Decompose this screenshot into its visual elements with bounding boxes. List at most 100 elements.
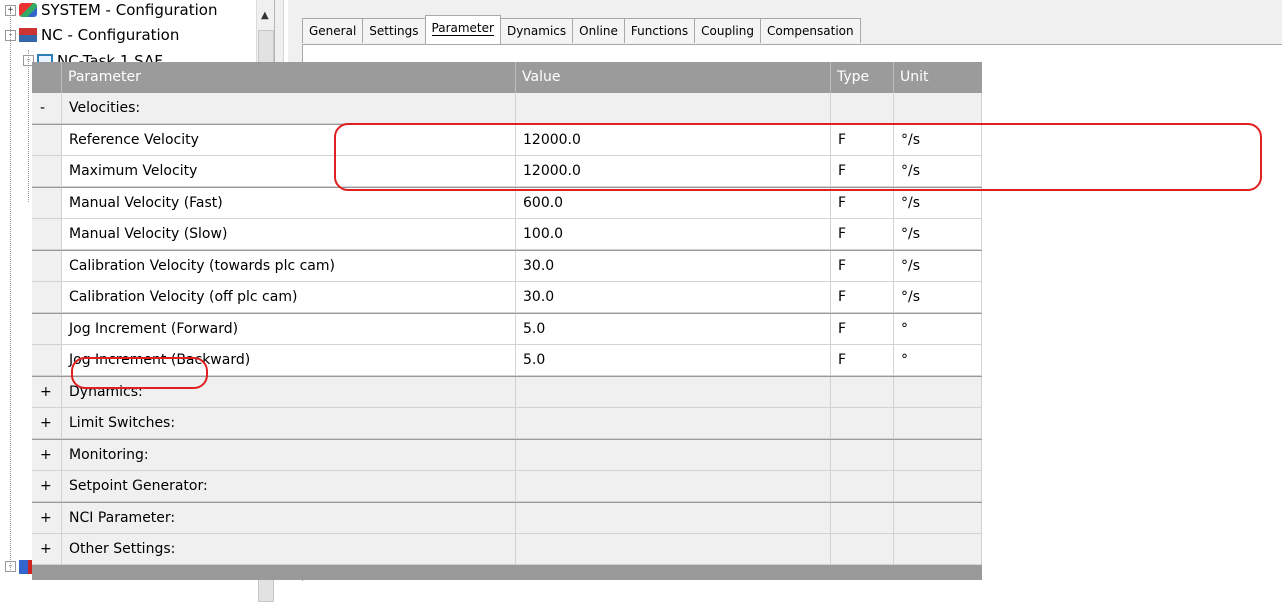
scroll-up-icon[interactable]: ▲	[261, 10, 269, 21]
row-expander[interactable]: +	[32, 534, 62, 565]
param-name: Other Settings:	[62, 534, 516, 565]
tab-parameter[interactable]: Parameter	[424, 15, 501, 44]
param-unit: °	[894, 313, 982, 345]
row-expander[interactable]: +	[32, 439, 62, 471]
param-unit	[894, 534, 982, 565]
row-expander	[32, 345, 62, 376]
param-type	[831, 93, 894, 124]
param-value[interactable]: 100.0	[516, 219, 831, 250]
row-expander	[32, 282, 62, 313]
table-row[interactable]: Calibration Velocity (towards plc cam) 30…	[32, 250, 982, 282]
param-name: Velocities:	[62, 93, 516, 124]
row-expander[interactable]: +	[32, 471, 62, 502]
row-expander	[32, 156, 62, 187]
tree-guide-line	[28, 50, 29, 202]
param-unit	[894, 502, 982, 534]
row-expander	[32, 219, 62, 250]
param-value[interactable]: 12000.0	[516, 124, 831, 156]
param-type: F	[831, 345, 894, 376]
param-value[interactable]: 30.0	[516, 250, 831, 282]
param-value	[516, 534, 831, 565]
param-type	[831, 471, 894, 502]
category-row[interactable]: + Dynamics:	[32, 376, 982, 408]
param-type: F	[831, 156, 894, 187]
table-row[interactable]: Maximum Velocity 12000.0 F °/s	[32, 156, 982, 187]
category-row[interactable]: + NCI Parameter:	[32, 502, 982, 534]
table-row[interactable]: Jog Increment (Forward) 5.0 F °	[32, 313, 982, 345]
row-expander	[32, 250, 62, 282]
table-row[interactable]: Reference Velocity 12000.0 F °/s	[32, 124, 982, 156]
param-unit: °/s	[894, 124, 982, 156]
tab-online[interactable]: Online	[572, 18, 625, 43]
tree-item-system-configuration[interactable]: + SYSTEM - Configuration	[5, 0, 217, 23]
param-value[interactable]: 30.0	[516, 282, 831, 313]
tab-label: Dynamics	[506, 24, 567, 38]
param-value[interactable]: 5.0	[516, 345, 831, 376]
param-unit	[894, 376, 982, 408]
header-type[interactable]: Type	[831, 62, 894, 93]
row-expander[interactable]: -	[32, 93, 62, 124]
table-row[interactable]: Manual Velocity (Fast) 600.0 F °/s	[32, 187, 982, 219]
tab-label: Online	[579, 24, 618, 38]
param-value[interactable]: 600.0	[516, 187, 831, 219]
table-row[interactable]: Jog Increment (Backward) 5.0 F °	[32, 345, 982, 376]
param-type	[831, 502, 894, 534]
param-unit: °	[894, 345, 982, 376]
param-name: NCI Parameter:	[62, 502, 516, 534]
tree-item-label: NC - Configuration	[41, 26, 180, 45]
param-name: Calibration Velocity (off plc cam)	[62, 282, 516, 313]
param-unit: °/s	[894, 250, 982, 282]
param-name: Reference Velocity	[62, 124, 516, 156]
category-row[interactable]: + Monitoring:	[32, 439, 982, 471]
tab-dynamics[interactable]: Dynamics	[499, 18, 574, 43]
tab-settings[interactable]: Settings	[362, 18, 426, 43]
header-unit[interactable]: Unit	[894, 62, 982, 93]
param-type	[831, 408, 894, 439]
table-row[interactable]: Calibration Velocity (off plc cam) 30.0 F °…	[32, 282, 982, 313]
param-type	[831, 376, 894, 408]
row-expander[interactable]: +	[32, 376, 62, 408]
row-expander[interactable]: +	[32, 408, 62, 439]
row-expander[interactable]: +	[32, 502, 62, 534]
tree-item-label: SYSTEM - Configuration	[41, 1, 218, 19]
param-name: Monitoring:	[62, 439, 516, 471]
param-unit	[894, 471, 982, 502]
param-type: F	[831, 250, 894, 282]
tab-label: Parameter	[431, 21, 494, 36]
tab-label: Coupling	[701, 24, 754, 38]
row-expander	[32, 313, 62, 345]
param-value	[516, 439, 831, 471]
param-value[interactable]: 12000.0	[516, 156, 831, 187]
system-config-icon	[19, 3, 37, 17]
param-unit: °/s	[894, 282, 982, 313]
tab-functions[interactable]: Functions	[623, 18, 696, 43]
tab-compensation[interactable]: Compensation	[760, 18, 861, 43]
tab-coupling[interactable]: Coupling	[694, 18, 761, 43]
param-value	[516, 93, 831, 124]
param-name: Manual Velocity (Fast)	[62, 187, 516, 219]
header-expander	[32, 62, 62, 93]
param-name: Limit Switches:	[62, 408, 516, 439]
category-row[interactable]: + Other Settings:	[32, 534, 982, 565]
param-type: F	[831, 187, 894, 219]
param-name: Jog Increment (Forward)	[62, 313, 516, 345]
category-row[interactable]: + Setpoint Generator:	[32, 471, 982, 502]
row-expander	[32, 187, 62, 219]
table-row[interactable]: Manual Velocity (Slow) 100.0 F °/s	[32, 219, 982, 250]
category-row[interactable]: - Velocities:	[32, 93, 982, 124]
param-value	[516, 376, 831, 408]
param-name: Maximum Velocity	[62, 156, 516, 187]
param-unit: °/s	[894, 219, 982, 250]
param-value[interactable]: 5.0	[516, 313, 831, 345]
tab-strip: General Settings Parameter Dynamics Online Fu…	[302, 15, 861, 44]
tab-label: General	[309, 24, 357, 38]
param-type: F	[831, 313, 894, 345]
header-parameter[interactable]: Parameter	[62, 62, 516, 93]
tab-general[interactable]: General	[302, 18, 364, 43]
nc-config-icon	[19, 28, 37, 43]
tree-item-nc-configuration[interactable]: - NC - Configuration	[5, 22, 179, 48]
param-type	[831, 439, 894, 471]
category-row[interactable]: + Limit Switches:	[32, 408, 982, 439]
param-type	[831, 534, 894, 565]
header-value[interactable]: Value	[516, 62, 831, 93]
